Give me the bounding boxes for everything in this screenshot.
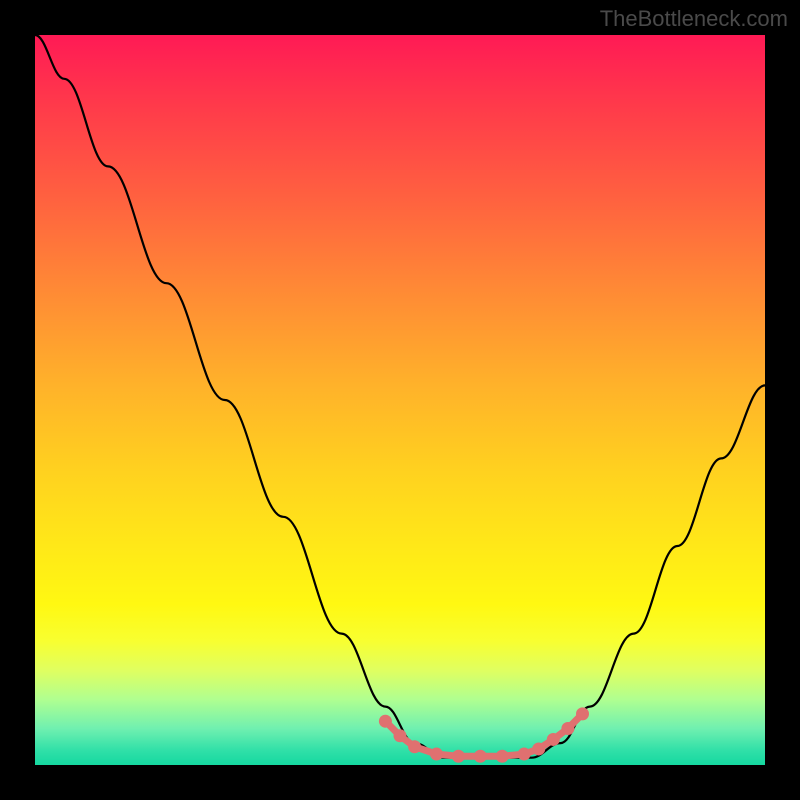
main-curve — [35, 35, 765, 758]
chart-svg — [35, 35, 765, 765]
chart-plot-area — [35, 35, 765, 765]
watermark-text: TheBottleneck.com — [600, 6, 788, 32]
